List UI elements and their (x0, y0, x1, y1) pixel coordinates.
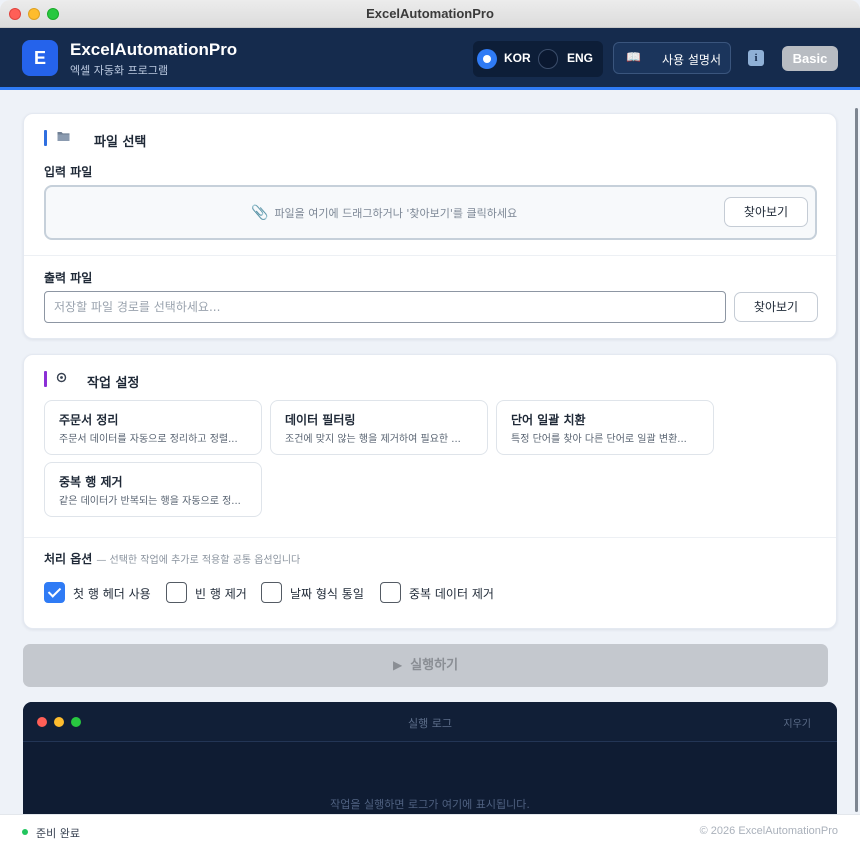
option-label: 날짜 형식 통일 (290, 587, 364, 601)
play-icon: ▶ (392, 658, 403, 672)
copyright: © 2026 ExcelAutomationPro (699, 825, 838, 837)
scrollbar[interactable] (855, 108, 858, 812)
app-header: E ExcelAutomationPro 엑셀 자동화 프로그램 KOR ENG… (0, 28, 860, 90)
status-indicator (22, 829, 28, 835)
run-button-label: 실행하기 (410, 658, 459, 673)
task-description: 주문서 데이터를 자동으로 정리하고 정렬... (59, 434, 238, 445)
task-title: 데이터 필터링 (285, 413, 356, 427)
run-button[interactable]: ▶ 실행하기 (23, 644, 828, 687)
task-card-order-cleanup[interactable]: 주문서 정리 주문서 데이터를 자동으로 정리하고 정렬... (44, 400, 262, 455)
log-header: 실행 로그 지우기 (23, 702, 837, 742)
task-title: 단어 일괄 치환 (511, 413, 586, 427)
options-header: 처리 옵션 — 선택한 작업에 추가로 적용할 공통 옵션입니다 (44, 550, 300, 567)
log-clear-button[interactable]: 지우기 (783, 715, 811, 730)
option-remove-empty-rows[interactable]: 빈 행 제거 (166, 582, 252, 604)
option-header-row[interactable]: 첫 행 헤더 사용 (44, 582, 154, 604)
log-title: 실행 로그 (408, 717, 452, 730)
file-dropzone[interactable]: 📎 파일을 여기에 드래그하거나 '찾아보기'를 클릭하세요 찾아보기 (44, 185, 817, 240)
task-description: 조건에 맞지 않는 행을 제거하여 필요한 ... (285, 434, 461, 445)
options-label: 처리 옵션 (44, 552, 93, 566)
divider (24, 537, 836, 538)
task-card-data-filter[interactable]: 데이터 필터링 조건에 맞지 않는 행을 제거하여 필요한 ... (270, 400, 488, 455)
language-toggle: KOR ENG (473, 41, 603, 77)
task-settings-card: 작업 설정 주문서 정리 주문서 데이터를 자동으로 정리하고 정렬... 데이… (23, 354, 837, 629)
plan-badge[interactable]: Basic (782, 46, 838, 71)
options-hint: — 선택한 작업에 추가로 적용할 공통 옵션입니다 (96, 555, 301, 566)
task-title: 중복 행 제거 (59, 475, 123, 489)
lang-eng-label[interactable]: ENG (567, 51, 593, 65)
option-label: 빈 행 제거 (195, 587, 247, 601)
lang-eng-radio[interactable] (538, 49, 558, 69)
window-title: ExcelAutomationPro (366, 6, 494, 21)
app-subtitle: 엑셀 자동화 프로그램 (70, 64, 169, 77)
file-selection-card: 파일 선택 입력 파일 📎 파일을 여기에 드래그하거나 '찾아보기'를 클릭하세… (23, 113, 837, 339)
log-empty-message: 작업을 실행하면 로그가 여기에 표시됩니다. (330, 798, 530, 811)
gear-icon (56, 372, 67, 386)
task-description: 특정 단어를 찾아 다른 단어로 일괄 변환... (511, 434, 687, 445)
output-path-input[interactable] (44, 291, 726, 323)
info-icon[interactable]: i (748, 50, 764, 66)
checkbox-checked[interactable] (44, 582, 65, 603)
input-file-label: 입력 파일 (44, 165, 93, 179)
checkbox[interactable] (380, 582, 401, 603)
output-file-label: 출력 파일 (44, 271, 93, 285)
window-titlebar: ExcelAutomationPro (0, 0, 860, 28)
dropzone-text: 파일을 여기에 드래그하거나 '찾아보기'를 클릭하세요 (274, 207, 518, 220)
status-text: 준비 완료 (36, 827, 80, 840)
section-accent-bar (44, 371, 47, 387)
dropzone-hint: 📎 파일을 여기에 드래그하거나 '찾아보기'를 클릭하세요 (251, 205, 517, 221)
option-label: 첫 행 헤더 사용 (73, 587, 151, 601)
section-accent-bar (44, 130, 47, 146)
option-remove-duplicate-data[interactable]: 중복 데이터 제거 (380, 582, 500, 604)
divider (24, 255, 836, 256)
task-card-remove-duplicates[interactable]: 중복 행 제거 같은 데이터가 반복되는 행을 자동으로 정... (44, 462, 262, 517)
app-logo: E (22, 40, 58, 76)
task-description: 같은 데이터가 반복되는 행을 자동으로 정... (59, 496, 241, 507)
task-title: 주문서 정리 (59, 413, 119, 427)
task-card-word-replace[interactable]: 단어 일괄 치환 특정 단어를 찾아 다른 단어로 일괄 변환... (496, 400, 714, 455)
checkbox[interactable] (261, 582, 282, 603)
section-title: 작업 설정 (87, 376, 140, 391)
manual-button-label: 사용 설명서 (662, 53, 722, 67)
paperclip-icon: 📎 (251, 205, 269, 221)
book-icon: 📖 (626, 50, 641, 64)
lang-kor-radio[interactable] (477, 49, 497, 69)
status-bar: 준비 완료 © 2026 ExcelAutomationPro (0, 814, 860, 848)
option-unify-date-format[interactable]: 날짜 형식 통일 (261, 582, 371, 604)
manual-button[interactable]: 📖 사용 설명서 (613, 42, 731, 74)
folder-icon (57, 130, 70, 145)
option-label: 중복 데이터 제거 (409, 587, 494, 601)
checkbox[interactable] (166, 582, 187, 603)
app-name: ExcelAutomationPro (70, 40, 238, 59)
log-panel: 실행 로그 지우기 작업을 실행하면 로그가 여기에 표시됩니다. (23, 702, 837, 814)
input-browse-button[interactable]: 찾아보기 (724, 197, 808, 227)
output-browse-button[interactable]: 찾아보기 (734, 292, 818, 322)
lang-kor-label[interactable]: KOR (504, 51, 531, 65)
section-title: 파일 선택 (94, 135, 147, 150)
